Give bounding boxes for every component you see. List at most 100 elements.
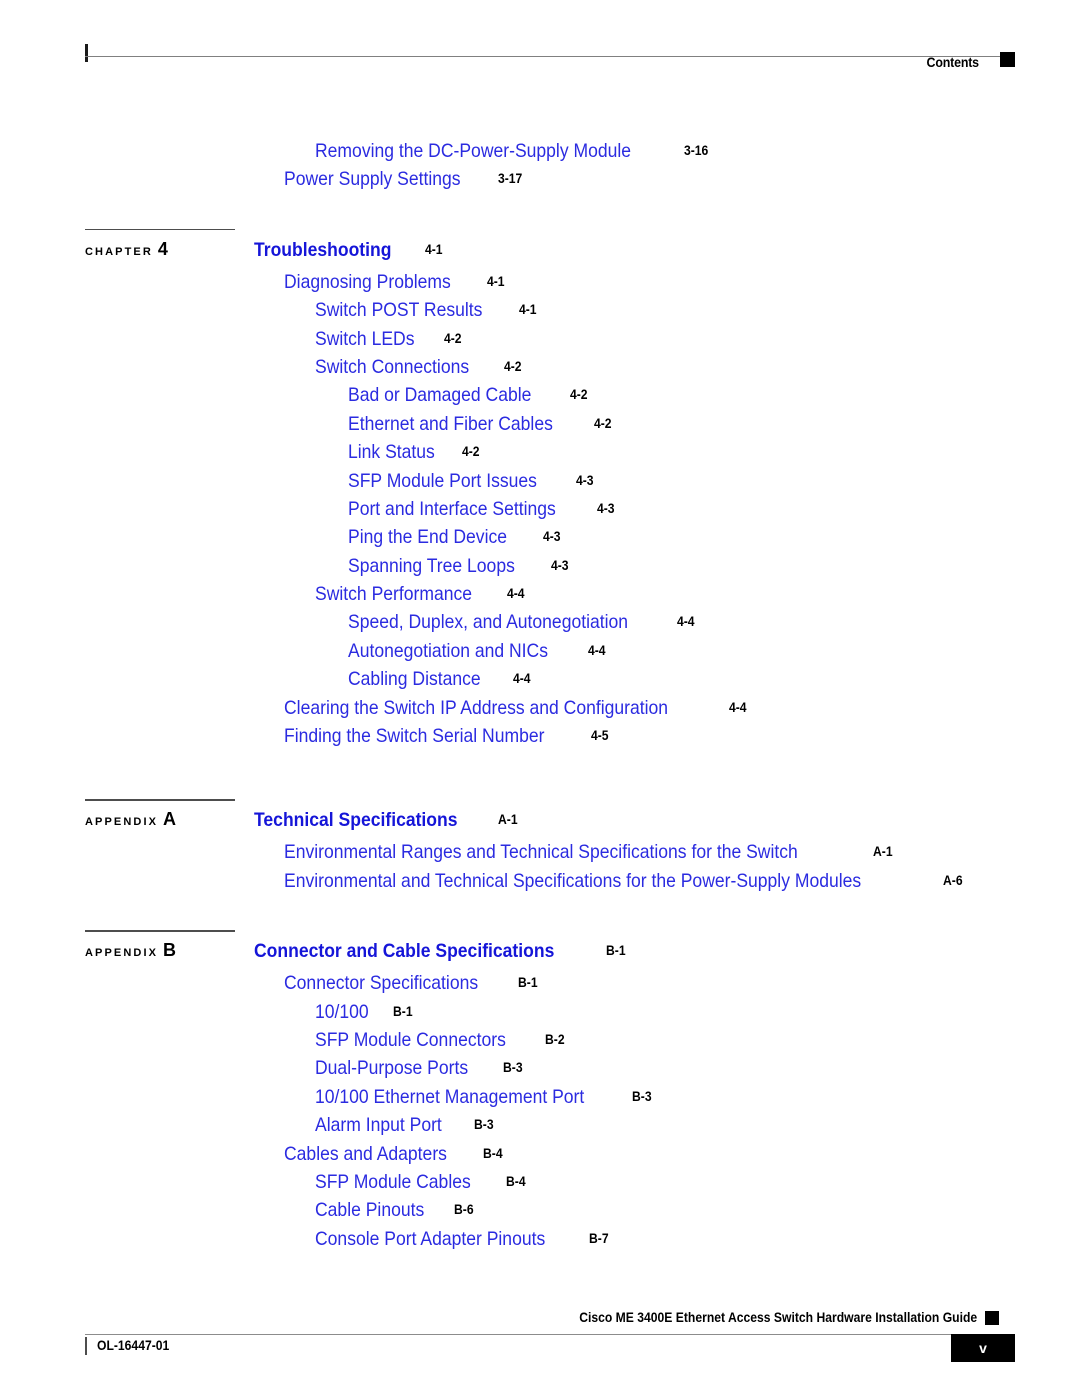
toc-entry-title: Bad or Damaged Cable (348, 384, 532, 407)
toc-entry-console-port-adapter-pinouts[interactable]: Console Port Adapter Pinouts B-7 (315, 1228, 611, 1251)
toc-entry-cables-and-adapters[interactable]: Cables and Adapters B-4 (284, 1143, 505, 1166)
toc-entry-title: Cabling Distance (348, 668, 481, 691)
toc-entry-title: Finding the Switch Serial Number (284, 725, 545, 748)
toc-row: Power Supply Settings 3-17 (0, 168, 1080, 196)
toc-entry-title: Technical Specifications (254, 809, 458, 832)
toc-entry-title: Switch POST Results (315, 299, 483, 322)
toc-block-heading: APPENDIX B Connector and Cable Specificati… (0, 930, 1080, 972)
toc-entry-finding-the-switch-serial-number[interactable]: Finding the Switch Serial Number 4-5 (284, 725, 611, 748)
toc-row: Cables and Adapters B-4 (0, 1143, 1080, 1171)
toc-entry-page-number: 4-4 (507, 586, 526, 602)
toc-row: Ping the End Device 4-3 (0, 526, 1080, 554)
toc-entry-ping-the-end-device[interactable]: Ping the End Device 4-3 (348, 526, 562, 549)
toc-row: Cable Pinouts B-6 (0, 1199, 1080, 1227)
toc-entry-link-status[interactable]: Link Status 4-2 (348, 441, 482, 464)
toc-entry-page-number: 4-4 (588, 642, 606, 658)
block-marker-rule (85, 228, 235, 231)
toc-entry-10-100-ethernet-management-port[interactable]: 10/100 Ethernet Management Port B-3 (315, 1086, 654, 1109)
toc-entry-switch-connections[interactable]: Switch Connections 4-2 (315, 356, 524, 379)
block-marker-number: A (163, 809, 177, 830)
toc-entry-connector-specifications[interactable]: Connector Specifications B-1 (284, 972, 539, 995)
toc-entry-power-supply-settings[interactable]: Power Supply Settings 3-17 (284, 168, 525, 191)
toc-entry-title: Environmental and Technical Specificatio… (284, 869, 862, 892)
toc-entry-page-number: 4-2 (593, 415, 612, 431)
block-marker-word: APPENDIX (85, 947, 159, 960)
toc-entry-speed-duplex-and-autonegotiation[interactable]: Speed, Duplex, and Autonegotiation 4-4 (348, 611, 697, 634)
toc-entry-removing-the-dc-power-supply-module[interactable]: Removing the DC-Power-Supply Module 3-16 (315, 140, 711, 163)
footer-tick-mark (85, 1337, 87, 1355)
toc-entry-ethernet-and-fiber-cables[interactable]: Ethernet and Fiber Cables 4-2 (348, 413, 613, 436)
toc-row: Cabling Distance 4-4 (0, 668, 1080, 696)
toc-entry-page-number: 4-3 (575, 472, 594, 488)
toc-entry-alarm-input-port[interactable]: Alarm Input Port B-3 (315, 1114, 496, 1137)
toc-row: Port and Interface Settings 4-3 (0, 498, 1080, 526)
toc-entry-dual-purpose-ports[interactable]: Dual-Purpose Ports B-3 (315, 1057, 525, 1080)
toc-entry-page-number: 4-1 (424, 241, 443, 257)
footer-rule (85, 1334, 961, 1335)
toc-row: Environmental Ranges and Technical Speci… (0, 841, 1080, 869)
toc-entry-title: Console Port Adapter Pinouts (315, 1227, 546, 1250)
toc-row: 10/100 B-1 (0, 1001, 1080, 1029)
toc-entry-cable-pinouts[interactable]: Cable Pinouts B-6 (315, 1199, 476, 1222)
toc-entry-page-number: 4-2 (569, 387, 588, 403)
toc-entry-title: 10/100 (315, 1000, 369, 1023)
toc-entry-page-number: 4-3 (551, 557, 569, 573)
toc-entry-title: Dual-Purpose Ports (315, 1057, 469, 1080)
table-of-contents: Removing the DC-Power-Supply Module 3-16… (0, 140, 1080, 1256)
page-header: Contents (85, 44, 1015, 74)
toc-entry-environmental-and-technical-specifications-for-t[interactable]: Environmental and Technical Specificatio… (284, 870, 965, 893)
toc-entry-page-number: 4-2 (504, 358, 522, 374)
toc-entry-title: Removing the DC-Power-Supply Module (315, 140, 632, 162)
toc-entry-page-number: B-2 (545, 1031, 565, 1047)
toc-entry-cabling-distance[interactable]: Cabling Distance 4-4 (348, 668, 533, 691)
toc-row: Switch Connections 4-2 (0, 356, 1080, 384)
toc-entry-autonegotiation-and-nics[interactable]: Autonegotiation and NICs 4-4 (348, 640, 608, 663)
toc-row: Console Port Adapter Pinouts B-7 (0, 1228, 1080, 1256)
toc-entry-environmental-ranges-and-technical-specification[interactable]: Environmental Ranges and Technical Speci… (284, 841, 895, 864)
toc-entry-sfp-module-connectors[interactable]: SFP Module Connectors B-2 (315, 1029, 567, 1052)
toc-entry-sfp-module-port-issues[interactable]: SFP Module Port Issues 4-3 (348, 470, 595, 493)
toc-entry-port-and-interface-settings[interactable]: Port and Interface Settings 4-3 (348, 498, 616, 521)
block-marker: APPENDIX B (85, 940, 176, 961)
toc-entry-technical-specifications[interactable]: Technical Specifications A-1 (254, 809, 520, 832)
header-tick-mark (85, 44, 88, 62)
toc-entry-troubleshooting[interactable]: Troubleshooting 4-1 (254, 239, 444, 262)
toc-entry-page-number: B-1 (517, 975, 538, 991)
toc-entry-page-number: 4-2 (443, 330, 462, 346)
toc-entry-page-number: A-1 (872, 844, 893, 860)
toc-row: Link Status 4-2 (0, 441, 1080, 469)
toc-entry-clearing-the-switch-ip-address-and-configuration[interactable]: Clearing the Switch IP Address and Confi… (284, 697, 748, 720)
toc-entry-bad-or-damaged-cable[interactable]: Bad or Damaged Cable 4-2 (348, 384, 589, 407)
toc-entry-title: SFP Module Cables (315, 1170, 471, 1193)
toc-entry-diagnosing-problems[interactable]: Diagnosing Problems 4-1 (284, 271, 507, 294)
toc-entry-page-number: A-6 (943, 872, 963, 888)
toc-entry-spanning-tree-loops[interactable]: Spanning Tree Loops 4-3 (348, 555, 571, 578)
toc-entry-10-100[interactable]: 10/100 B-1 (315, 1001, 414, 1024)
toc-entry-switch-leds[interactable]: Switch LEDs 4-2 (315, 328, 463, 351)
toc-entry-page-number: B-3 (632, 1088, 652, 1104)
toc-entry-sfp-module-cables[interactable]: SFP Module Cables B-4 (315, 1171, 528, 1194)
toc-entry-title: Power Supply Settings (284, 168, 461, 191)
toc-entry-switch-post-results[interactable]: Switch POST Results 4-1 (315, 299, 539, 322)
toc-entry-page-number: 4-1 (487, 273, 505, 289)
toc-row: SFP Module Port Issues 4-3 (0, 470, 1080, 498)
toc-entry-title: Clearing the Switch IP Address and Confi… (284, 696, 669, 719)
black-square-icon (1000, 52, 1015, 67)
toc-row: Finding the Switch Serial Number 4-5 (0, 725, 1080, 753)
toc-entry-title: SFP Module Port Issues (348, 469, 537, 492)
toc-row: Diagnosing Problems 4-1 (0, 271, 1080, 299)
toc-entry-page-number: B-4 (483, 1145, 503, 1161)
toc-entry-connector-and-cable-specifications[interactable]: Connector and Cable Specifications B-1 (254, 940, 628, 963)
toc-entry-title: Connector Specifications (284, 972, 479, 995)
toc-row: Clearing the Switch IP Address and Confi… (0, 697, 1080, 725)
block-marker-number: B (163, 940, 177, 961)
toc-row: Switch POST Results 4-1 (0, 299, 1080, 327)
toc-entry-page-number: 4-4 (513, 671, 531, 687)
toc-entry-title: Link Status (348, 441, 435, 464)
toc-entry-switch-performance[interactable]: Switch Performance 4-4 (315, 583, 527, 606)
toc-row: Bad or Damaged Cable 4-2 (0, 384, 1080, 412)
toc-entry-title: SFP Module Connectors (315, 1028, 506, 1051)
toc-row: Environmental and Technical Specificatio… (0, 870, 1080, 898)
toc-row: SFP Module Connectors B-2 (0, 1029, 1080, 1057)
